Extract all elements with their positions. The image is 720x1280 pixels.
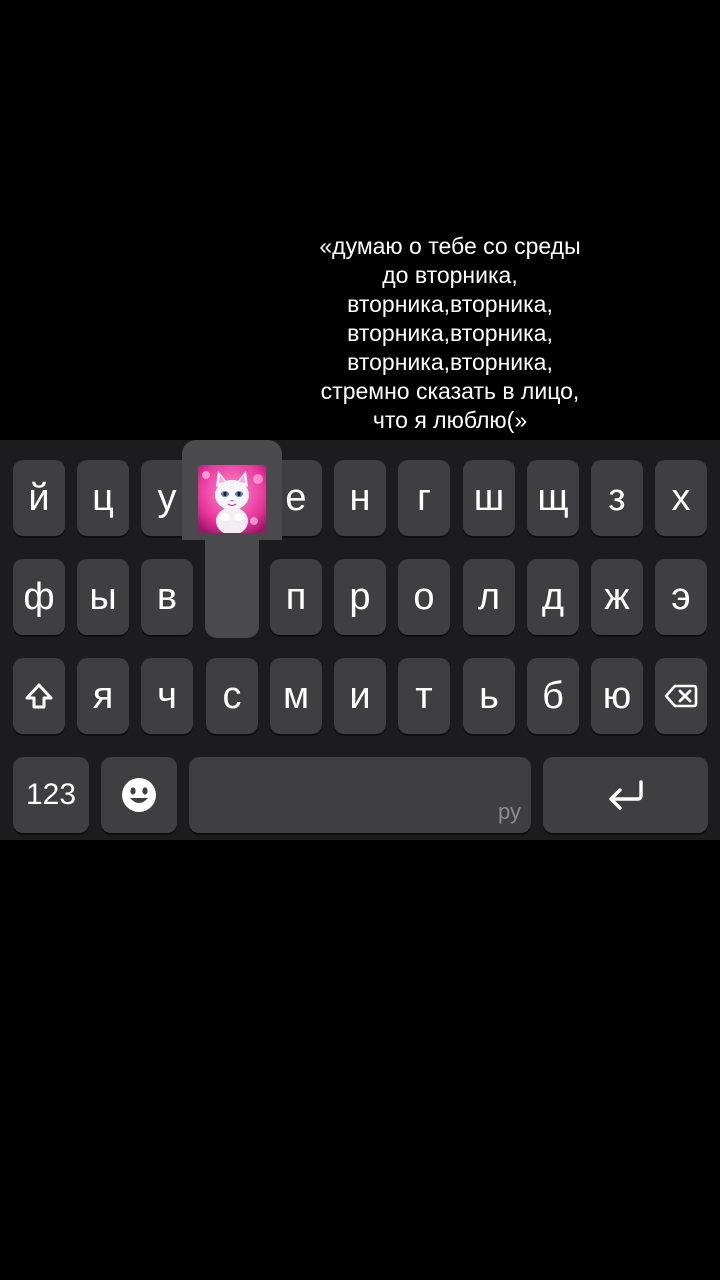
key-label: б (542, 675, 564, 717)
key-label: т (415, 675, 433, 717)
numbers-key-label: 123 (25, 778, 77, 811)
key-label: в (156, 576, 178, 618)
key-ш[interactable]: ш (463, 460, 515, 536)
screen: «думаю о тебе со среды до вторника, втор… (0, 0, 720, 1280)
key-label: с (222, 675, 242, 717)
numbers-key[interactable]: 123 (13, 757, 89, 833)
key-о[interactable]: о (398, 559, 450, 635)
backspace-key[interactable] (655, 658, 707, 734)
key-label: л (477, 576, 501, 618)
key-ж[interactable]: ж (591, 559, 643, 635)
key-э[interactable]: э (655, 559, 707, 635)
caption-line: вторника,вторника, (347, 349, 553, 375)
key-ы[interactable]: ы (77, 559, 129, 635)
key-label: ю (602, 675, 632, 717)
caption-line: до вторника, (382, 262, 518, 288)
key-з[interactable]: з (591, 460, 643, 536)
backspace-icon (664, 684, 698, 708)
space-language-label: ру (498, 799, 521, 824)
shift-icon (25, 683, 53, 709)
key-label: о (413, 576, 435, 618)
key-ь[interactable]: ь (463, 658, 515, 734)
key-т[interactable]: т (398, 658, 450, 734)
key-label: ы (89, 576, 117, 618)
key-в[interactable]: в (141, 559, 193, 635)
key-label: у (157, 477, 177, 519)
key-label: э (671, 576, 691, 618)
key-label: р (349, 576, 371, 618)
keyboard: й ц у к е н г ш щ з х ф ы в п р о л д ж … (0, 440, 720, 840)
key-г[interactable]: г (398, 460, 450, 536)
key-popup-stem (205, 530, 259, 638)
key-м[interactable]: м (270, 658, 322, 734)
caption-text: «думаю о тебе со среды до вторника, втор… (300, 232, 600, 435)
key-label: ь (479, 675, 499, 717)
caption-line: что я люблю(» (372, 407, 528, 433)
key-label: и (349, 675, 371, 717)
key-ц[interactable]: ц (77, 460, 129, 536)
key-я[interactable]: я (77, 658, 129, 734)
caption-line: вторника,вторника, (347, 320, 553, 346)
shift-key[interactable] (13, 658, 65, 734)
key-б[interactable]: б (527, 658, 579, 734)
key-label: п (285, 576, 307, 618)
key-label: н (349, 477, 371, 519)
caption-line: стремно сказать в лицо, (320, 378, 580, 404)
key-label: й (28, 477, 50, 519)
key-с[interactable]: с (206, 658, 258, 734)
space-key[interactable]: ру (189, 757, 531, 833)
key-label: г (417, 477, 431, 519)
key-щ[interactable]: щ (527, 460, 579, 536)
key-п[interactable]: п (270, 559, 322, 635)
return-icon (608, 780, 643, 810)
key-л[interactable]: л (463, 559, 515, 635)
key-label: м (282, 675, 310, 717)
key-ф[interactable]: ф (13, 559, 65, 635)
key-label: ч (157, 675, 177, 717)
key-н[interactable]: н (334, 460, 386, 536)
key-р[interactable]: р (334, 559, 386, 635)
key-label: я (92, 675, 114, 717)
key-й[interactable]: й (13, 460, 65, 536)
emoji-key[interactable] (101, 757, 177, 833)
key-label: ш (473, 477, 505, 519)
cat-sticker-image (198, 465, 266, 533)
key-label: ж (604, 576, 630, 618)
caption-line: «думаю о тебе со среды (319, 233, 581, 259)
key-label: д (541, 576, 565, 618)
key-х[interactable]: х (655, 460, 707, 536)
caption-line: вторника,вторника, (347, 291, 553, 317)
key-ю[interactable]: ю (591, 658, 643, 734)
emoji-icon (122, 778, 156, 812)
key-и[interactable]: и (334, 658, 386, 734)
key-label: ф (23, 576, 55, 618)
key-label: з (608, 477, 626, 519)
key-label: х (671, 477, 691, 519)
key-д[interactable]: д (527, 559, 579, 635)
key-label: щ (537, 477, 569, 519)
key-label: е (285, 477, 307, 519)
key-label: ц (92, 477, 114, 519)
return-key[interactable] (543, 757, 708, 833)
key-ч[interactable]: ч (141, 658, 193, 734)
